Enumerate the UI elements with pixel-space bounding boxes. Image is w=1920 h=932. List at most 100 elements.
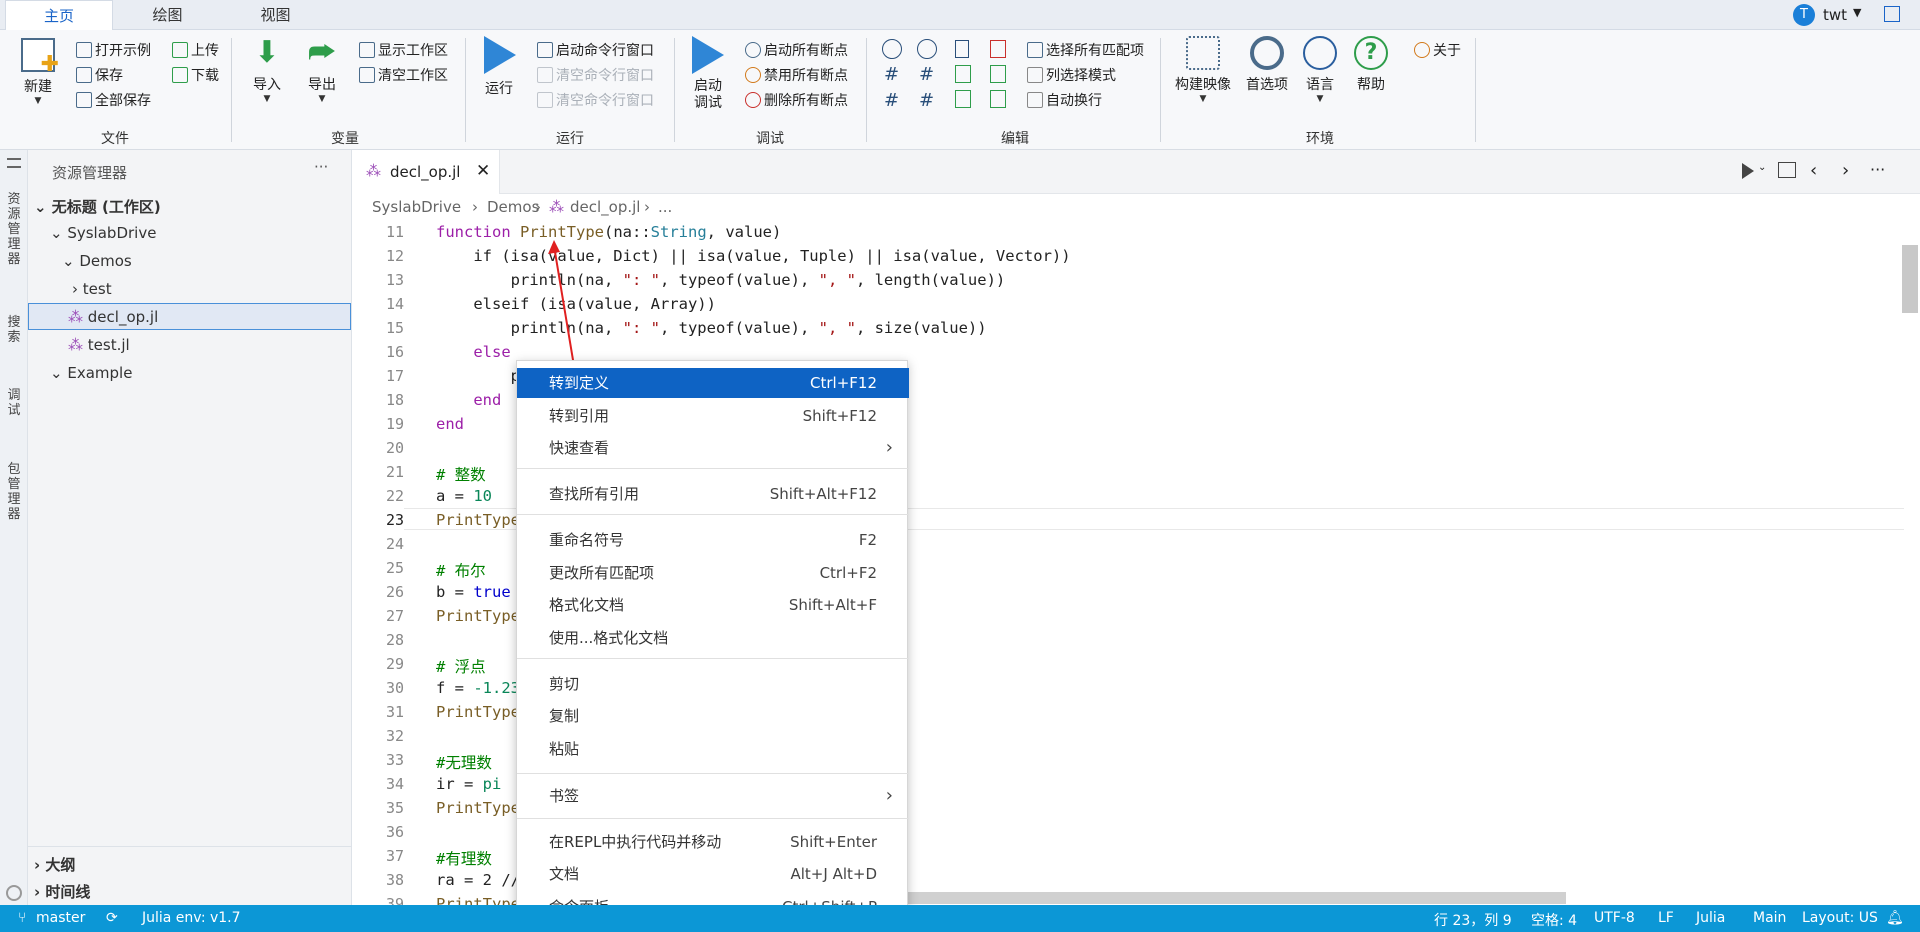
run-button[interactable]: 运行 (478, 36, 520, 98)
pin-ribbon-icon[interactable] (1884, 6, 1900, 22)
build-image-button[interactable]: 构建映像 ▼ (1172, 36, 1234, 104)
language-button[interactable]: 语言 ▼ (1300, 36, 1340, 104)
code-line[interactable]: end (436, 415, 464, 433)
status-language[interactable]: Julia (1696, 910, 1725, 926)
code-line[interactable]: ra = 2 // (436, 871, 520, 889)
tree-test-jl[interactable]: ⁂ test.jl (68, 336, 130, 354)
code-line[interactable]: PrintType (436, 607, 520, 625)
auto-wrap-checkbox[interactable]: 自动换行 (1027, 90, 1102, 110)
code-line[interactable]: end (436, 391, 501, 409)
nav-back-icon[interactable]: ‹ (1810, 160, 1817, 181)
activity-explorer[interactable]: 资源管理器 (7, 192, 21, 267)
column-select-checkbox[interactable]: 列选择模式 (1027, 65, 1116, 85)
code-line[interactable]: a = 10 (436, 487, 492, 505)
menu-item-paste[interactable]: 粘贴 (517, 734, 909, 764)
menu-item-goto-references[interactable]: 转到引用 Shift+F12 (517, 401, 909, 431)
code-line[interactable]: # 整数 (436, 463, 486, 485)
status-module[interactable]: Main (1753, 910, 1786, 926)
clear-cmd-window-button-2[interactable]: 清空命令行窗口 (537, 90, 654, 110)
tree-decl-op[interactable]: ⁂ decl_op.jl (68, 308, 158, 326)
menu-item-cut[interactable]: 剪切 (517, 669, 909, 699)
delete-all-breakpoints-button[interactable]: 删除所有断点 (745, 90, 848, 110)
tab-view[interactable]: 视图 (228, 0, 323, 30)
upload-button[interactable]: 上传 (172, 40, 219, 60)
status-cursor-position[interactable]: 行 23，列 9 (1434, 910, 1512, 930)
nav-back-icon[interactable] (882, 39, 902, 59)
tree-example[interactable]: ⌄ Example (50, 364, 132, 382)
code-line[interactable]: println(na, ": ", typeof(value), ", ", l… (436, 271, 1006, 289)
menu-item-change-all-occurrences[interactable]: 更改所有匹配项 Ctrl+F2 (517, 558, 909, 588)
nav-forward-icon[interactable] (917, 39, 937, 59)
crumb-demos[interactable]: Demos (487, 198, 539, 216)
outdent-icon[interactable] (990, 90, 1006, 108)
code-line[interactable]: if (isa(value, Dict) || isa(value, Tuple… (436, 247, 1070, 265)
status-indentation[interactable]: 空格: 4 (1531, 910, 1577, 930)
menu-item-repl-execute[interactable]: 在REPL中执行代码并移动 Shift+Enter (517, 827, 909, 857)
tab-plot[interactable]: 绘图 (120, 0, 215, 30)
outline-section[interactable]: › 大纲 (34, 854, 75, 875)
activity-search[interactable]: 搜索 (7, 315, 21, 345)
uncomment-icon[interactable]: # (919, 64, 934, 85)
about-button[interactable]: 关于 (1414, 40, 1461, 60)
block-comment-icon[interactable]: # (919, 90, 934, 111)
code-line[interactable]: else (436, 343, 510, 361)
export-button[interactable]: ⮫ 导出 ▼ (300, 36, 344, 105)
status-eol[interactable]: LF (1658, 910, 1674, 926)
status-julia-env[interactable]: Julia env: v1.7 (142, 910, 241, 926)
select-all-matches-button[interactable]: 选择所有匹配项 (1027, 40, 1144, 60)
status-keyboard-layout[interactable]: Layout: US (1802, 910, 1878, 926)
editor-tab-decl-op[interactable]: ⁂ decl_op.jl ✕ (352, 150, 500, 194)
show-workspace-button[interactable]: 显示工作区 (359, 40, 448, 60)
menu-item-peek[interactable]: 快速查看 › (517, 433, 909, 463)
clear-cmd-window-button[interactable]: 清空命令行窗口 (537, 65, 654, 85)
menu-item-find-all-references[interactable]: 查找所有引用 Shift+Alt+F12 (517, 479, 909, 509)
code-line[interactable]: PrintType (436, 799, 520, 817)
code-line[interactable]: function PrintType(na::String, value) (436, 223, 781, 241)
crumb-file[interactable]: decl_op.jl (570, 198, 640, 216)
tab-home[interactable]: 主页 (5, 0, 113, 31)
save-all-button[interactable]: 全部保存 (76, 90, 151, 110)
menu-item-goto-definition[interactable]: 转到定义 Ctrl+F12 (517, 368, 909, 398)
menu-item-documentation[interactable]: 文档 Alt+J Alt+D (517, 859, 909, 889)
user-name[interactable]: twt (1823, 6, 1847, 24)
start-all-breakpoints-button[interactable]: 启动所有断点 (745, 40, 848, 60)
comment-icon[interactable]: # (884, 64, 899, 85)
crumb-more[interactable]: ... (658, 198, 672, 216)
status-encoding[interactable]: UTF-8 (1594, 910, 1635, 926)
preferences-button[interactable]: 首选项 (1244, 36, 1290, 94)
help-button[interactable]: ? 帮助 (1351, 36, 1391, 94)
code-line[interactable]: f = -1.23 (436, 679, 520, 697)
nav-forward-icon[interactable]: › (1842, 160, 1849, 181)
crumb-syslabdrive[interactable]: SyslabDrive (372, 198, 461, 216)
tree-syslabdrive[interactable]: ⌄ SyslabDrive (50, 224, 156, 242)
chevron-down-icon[interactable]: ⌄ (1758, 162, 1766, 173)
import-button[interactable]: ⬇ 导入 ▼ (245, 36, 289, 105)
code-line[interactable]: # 浮点 (436, 655, 486, 677)
user-avatar[interactable]: T (1793, 4, 1815, 26)
menu-item-rename-symbol[interactable]: 重命名符号 F2 (517, 525, 909, 555)
bookmark-clear-icon[interactable] (990, 40, 1006, 58)
menu-item-copy[interactable]: 复制 (517, 701, 909, 731)
clear-workspace-button[interactable]: 清空工作区 (359, 65, 448, 85)
vertical-scrollbar-thumb[interactable] (1902, 245, 1918, 313)
menu-icon[interactable] (7, 158, 21, 168)
sync-icon[interactable]: ⟳ (106, 910, 118, 926)
toggle-comment-icon[interactable]: # (884, 90, 899, 111)
activity-packages[interactable]: 包管理器 (7, 462, 21, 522)
start-debug-button[interactable]: 启动 调试 (686, 36, 730, 112)
menu-item-format-document-with[interactable]: 使用...格式化文档 (517, 623, 909, 653)
code-line[interactable]: # 布尔 (436, 559, 486, 581)
run-file-icon[interactable] (1742, 163, 1754, 179)
code-line[interactable]: b = true (436, 583, 511, 601)
code-line[interactable]: #无理数 (436, 751, 492, 773)
menu-item-format-document[interactable]: 格式化文档 Shift+Alt+F (517, 590, 909, 620)
horizontal-scrollbar-thumb[interactable] (880, 892, 1566, 904)
code-line[interactable]: #有理数 (436, 847, 492, 869)
tree-test-folder[interactable]: › test (72, 280, 112, 298)
explorer-more-button[interactable]: ··· (314, 158, 328, 176)
bell-icon[interactable]: 🔔︎ (1886, 910, 1904, 926)
more-actions-icon[interactable]: ··· (1870, 160, 1885, 179)
open-example-button[interactable]: 打开示例 (76, 40, 151, 60)
close-icon[interactable]: ✕ (476, 161, 490, 181)
timeline-section[interactable]: › 时间线 (34, 881, 90, 902)
